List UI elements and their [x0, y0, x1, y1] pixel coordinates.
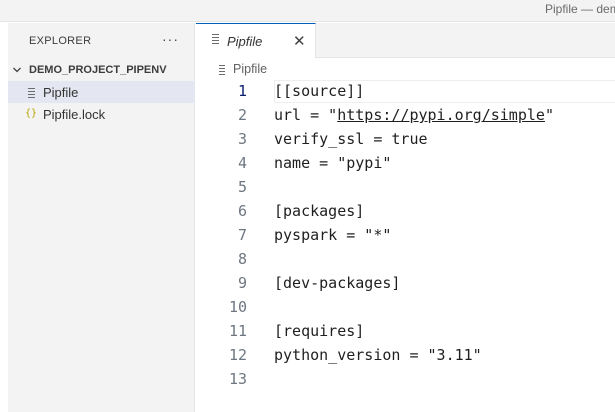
code-text: python_version = "3.11" — [274, 346, 482, 364]
file-lines-icon — [219, 65, 225, 77]
file-name: Pipfile.lock — [43, 107, 106, 122]
code-text: [requires] — [274, 322, 365, 340]
line-number: 11 — [228, 322, 247, 340]
line-number: 1 — [237, 82, 247, 100]
line-number: 7 — [237, 226, 247, 244]
line-number: 12 — [228, 346, 247, 364]
code-line[interactable]: 1 [[source]] — [196, 80, 615, 104]
code-line[interactable]: 8 — [196, 248, 615, 272]
line-number: 4 — [237, 154, 247, 172]
line-number: 10 — [228, 298, 247, 316]
code-line[interactable]: 11 [requires] — [196, 320, 615, 344]
code-text: [packages] — [274, 202, 365, 220]
line-number: 6 — [237, 202, 247, 220]
line-number: 5 — [237, 178, 247, 196]
file-name: Pipfile — [43, 85, 79, 100]
line-code: [requires] — [274, 322, 364, 340]
code-line[interactable]: 9 [dev-packages] — [196, 272, 615, 296]
line-number: 13 — [228, 370, 247, 388]
code-text: verify_ssl = true — [274, 130, 428, 148]
line-code: name = "pypi" — [274, 154, 391, 172]
code-line[interactable]: 12 python_version = "3.11" — [196, 344, 615, 368]
code-text: [[source]] — [274, 82, 365, 100]
breadcrumb: Pipfile — [196, 58, 615, 80]
code-line[interactable]: 3 verify_ssl = true — [196, 128, 615, 152]
code-text: url = " — [274, 106, 338, 124]
project-folder[interactable]: DEMO_PROJECT_PIPENV — [8, 59, 195, 81]
file-lines-icon — [28, 88, 35, 100]
editor-tabs: Pipfile ✕ — [196, 23, 615, 58]
explorer-sidebar: EXPLORER ··· DEMO_PROJECT_PIPENV Pipfile… — [8, 23, 195, 412]
close-icon[interactable]: ✕ — [293, 32, 306, 50]
line-number: 3 — [237, 130, 247, 148]
code-line[interactable]: 13 — [196, 368, 615, 392]
line-code: [[source]] — [274, 82, 364, 100]
line-code: verify_ssl = true — [274, 130, 428, 148]
line-code: [packages] — [274, 202, 364, 220]
line-code: [dev-packages] — [274, 274, 400, 292]
code-text: pyspark = "*" — [274, 226, 392, 244]
line-code: url = "https://pypi.org/simple" — [274, 106, 554, 124]
title-bar: Pipfile — dem — [0, 0, 615, 22]
code-line[interactable]: 6 [packages] — [196, 200, 615, 224]
file-lines-icon — [212, 34, 219, 46]
code-line[interactable]: 10 — [196, 296, 615, 320]
explorer-title: EXPLORER — [29, 35, 92, 47]
code-line[interactable]: 7 pyspark = "*" — [196, 224, 615, 248]
code-line[interactable]: 5 — [196, 176, 615, 200]
code-line[interactable]: 4 name = "pypi" — [196, 152, 615, 176]
line-number: 8 — [237, 250, 247, 268]
project-folder-name: DEMO_PROJECT_PIPENV — [29, 64, 167, 76]
tab-pipfile[interactable]: Pipfile ✕ — [196, 23, 316, 58]
line-code: python_version = "3.11" — [274, 346, 482, 364]
line-code: pyspark = "*" — [274, 226, 391, 244]
explorer-header: EXPLORER ··· — [8, 23, 195, 58]
code-text: " — [544, 106, 554, 124]
code-editor[interactable]: 1 [[source]] 2 url = "https://pypi.org/simp… — [196, 80, 615, 412]
tab-label: Pipfile — [227, 34, 263, 49]
file-item-pipfile-lock[interactable]: {} Pipfile.lock — [8, 103, 195, 125]
chevron-down-icon — [13, 67, 21, 73]
code-text: name = "pypi" — [274, 154, 392, 172]
json-braces-icon: {} — [25, 108, 38, 119]
line-number: 9 — [237, 274, 247, 292]
ellipsis-icon[interactable]: ··· — [162, 31, 179, 47]
file-item-pipfile[interactable]: Pipfile — [8, 81, 195, 103]
line-number: 2 — [237, 106, 247, 124]
breadcrumb-file[interactable]: Pipfile — [233, 62, 267, 76]
code-line[interactable]: 2 url = "https://pypi.org/simple" — [196, 104, 615, 128]
window-title: Pipfile — dem — [545, 2, 615, 16]
url-link[interactable]: https://pypi.org/simple — [337, 106, 545, 124]
code-text: [dev-packages] — [274, 274, 401, 292]
